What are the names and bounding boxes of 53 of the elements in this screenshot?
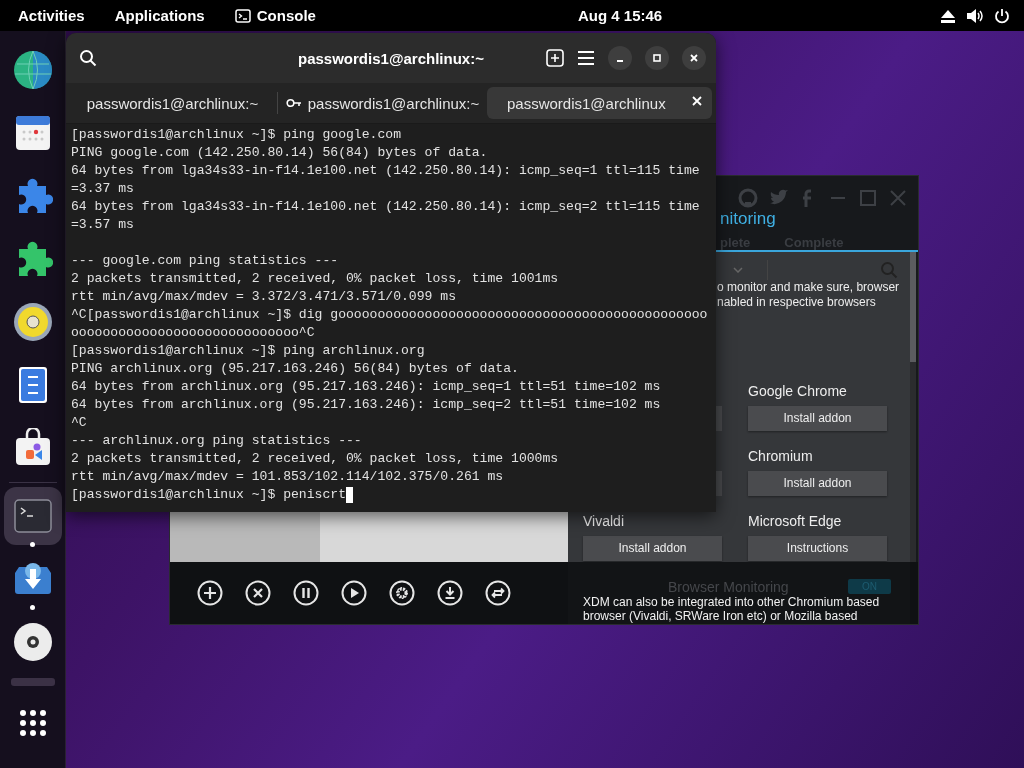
list-column[interactable] [170,512,320,563]
add-icon[interactable] [197,580,223,607]
window-title: nitoring [719,208,777,230]
pause-icon[interactable] [293,580,319,607]
cancel-icon[interactable] [245,580,271,607]
disc-icon[interactable] [12,622,53,662]
addon-button[interactable]: Instructions [748,536,887,561]
activities-button[interactable]: Activities [18,7,85,24]
browser-name: Google Chrome [748,383,848,399]
volume-icon[interactable] [966,7,984,24]
applications-menu[interactable]: Applications [114,7,205,24]
eject-icon[interactable] [940,8,956,23]
globe-icon[interactable] [12,50,53,90]
app-menu[interactable]: Console [234,7,316,24]
search-icon[interactable] [79,49,97,67]
addon-button[interactable]: Install addon [583,536,722,561]
speaker-icon[interactable] [12,302,53,342]
addon-button[interactable]: Install addon [748,406,887,431]
close-button[interactable] [682,46,706,70]
key-icon [285,98,302,108]
addon-button[interactable]: Install addon [748,471,887,496]
app-grid-icon[interactable] [17,708,48,738]
clock[interactable]: Aug 4 15:46 [578,7,663,24]
terminal-icon[interactable] [12,496,53,536]
power-icon[interactable] [994,7,1010,24]
terminal-tab[interactable]: passwordis1@archlinux:~ [70,87,275,119]
notice-text: o monitor and make sure, browser [716,280,901,295]
terminal-tab[interactable]: passwordis1@archlinux [487,87,712,119]
download-icon[interactable] [437,580,463,607]
browser-name: Vivaldi [583,513,625,529]
terminal-output: [passwordis1@archlinux ~]$ ping google.com PING google.com (142.250.80.14) 56(84) bytes of data. 64 bytes from lga34s33-in-f14.1e100.net (142.250.80.14): icmp_seq=1 ttl=115 time =3.37 ms 64 bytes from lga34s33-in-f14.1e100.net (142.250.80.14): icmp_seq=2 ttl=115 time =3.57 ms --- google.com ping statistics --- 2 packets transmitted, 2 received, 0% packet loss, time 1001ms rtt min/avg/max/mdev = 3.372/3.471/3.571/0.099 ms ^C[passwordis1@archlinux ~]$ dig gooooooooooooooooooooooooooooooooooooooooooooooo ooooooooooooooooooooooooooooo^C [passwordis1@archlinux ~]$ ping archlinux.org PING archlinux.org (95.217.163.246) 56(84) bytes of data. 64 bytes from archlinux.org (95.217.163.246): icmp_seq=1 ttl=51 time=102 ms 64 bytes from archlinux.org (95.217.163.246): icmp_seq=2 ttl=51 time=102 ms ^C --- archlinux.org ping statistics --- 2 packets transmitted, 2 received, 0% packet loss, time 1000ms rtt min/avg/max/mdev = 101.853/102.114/102.375/0.261 ms [71,126,708,486]
notice-text: nabled in respective browsers [716,295,877,310]
text-cursor [346,487,353,503]
scrollbar[interactable] [910,252,916,563]
settings-icon[interactable] [389,580,415,607]
browser-name: Microsoft Edge [748,513,843,529]
terminal-icon [234,8,251,23]
list-column[interactable] [320,512,568,563]
window-title: passwordis1@archlinux:~ [298,49,484,67]
dock-item-highlight[interactable] [3,487,62,545]
close-icon[interactable] [692,96,702,106]
new-tab-icon[interactable] [546,49,564,67]
swap-icon[interactable] [485,580,511,607]
menu-icon[interactable] [577,50,595,66]
browser-name: Chromium [748,448,814,464]
play-icon[interactable] [341,580,367,607]
close-icon[interactable] [689,53,699,63]
minimize-button[interactable] [608,46,632,70]
command-line[interactable]: [passwordis1@archlinux ~]$ peniscrt [71,486,346,504]
terminal-tab[interactable]: passwordis1@archlinux:~ [280,87,485,119]
description-text: XDM can also be integrated into other Chromium based browser (Vivaldi, SRWare Iron etc) or Mozilla based [583,595,881,624]
maximize-button[interactable] [645,46,669,70]
maximize-icon[interactable] [652,53,662,63]
